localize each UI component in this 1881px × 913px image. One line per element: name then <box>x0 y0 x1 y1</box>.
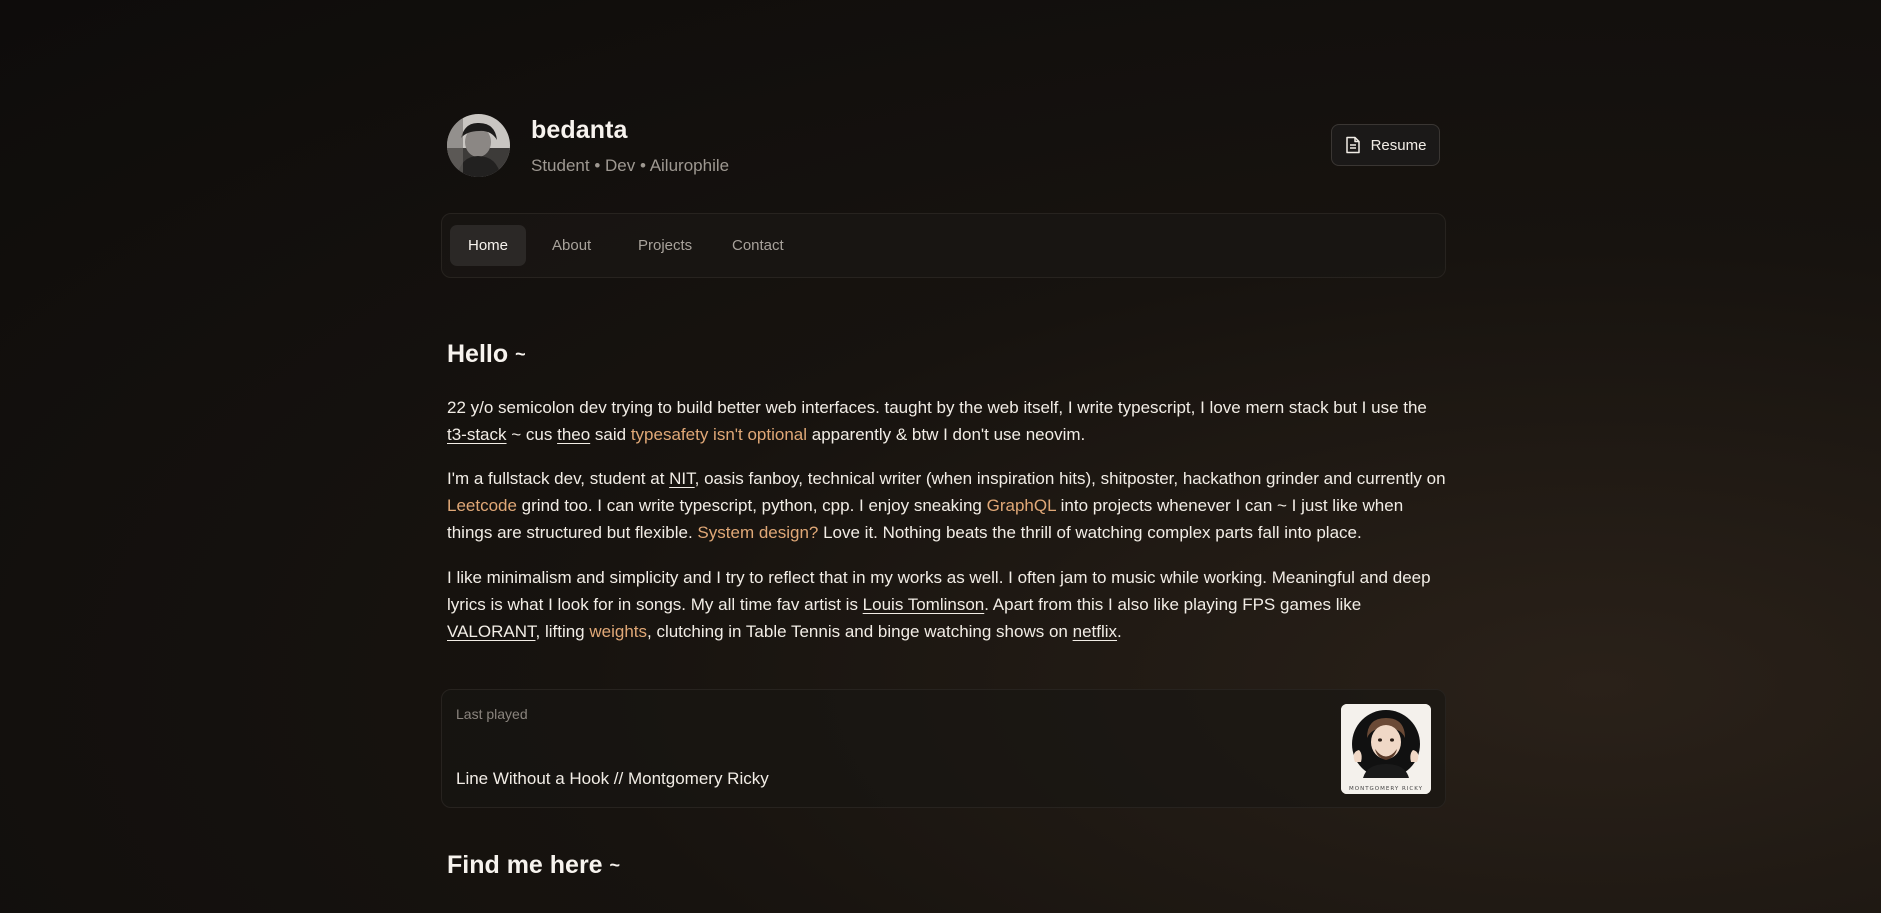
p2-text-a: I'm a fullstack dev, student at <box>447 469 670 488</box>
system-design-highlight: System design? <box>697 523 819 542</box>
last-played-card[interactable]: Last played Line Without a Hook // Montg… <box>441 689 1446 808</box>
p1-text-c: said <box>590 425 631 444</box>
find-me-heading: Find me here ~ <box>447 851 620 880</box>
nav-item-contact[interactable]: Contact <box>714 225 802 266</box>
intro-paragraph-1: 22 y/o semicolon dev trying to build bet… <box>447 394 1447 448</box>
last-played-track: Line Without a Hook // Montgomery Ricky <box>456 769 769 788</box>
profile-tagline: Student • Dev • Ailurophile <box>531 156 730 175</box>
profile-header: bedanta Student • Dev • Ailurophile Resu… <box>447 114 1440 178</box>
valorant-link[interactable]: VALORANT <box>447 622 536 641</box>
find-me-heading-text: Find me here <box>447 851 603 879</box>
t3-stack-link[interactable]: t3-stack <box>447 425 507 444</box>
nav-item-projects[interactable]: Projects <box>620 225 710 266</box>
p3-text-d: , clutching in Table Tennis and binge wa… <box>647 622 1073 641</box>
p3-text-b: . Apart from this I also like playing FP… <box>984 595 1362 614</box>
hello-heading-tilde: ~ <box>515 344 526 364</box>
avatar <box>447 114 510 177</box>
p1-text-b: ~ cus <box>506 425 558 444</box>
hello-heading-text: Hello <box>447 340 509 368</box>
resume-button[interactable]: Resume <box>1331 124 1440 166</box>
nav-item-home[interactable]: Home <box>450 225 527 266</box>
document-icon <box>1345 136 1361 154</box>
nit-link[interactable]: NIT <box>669 469 695 488</box>
leetcode-highlight: Leetcode <box>447 496 517 515</box>
p1-text-a: 22 y/o semicolon dev trying to build bet… <box>447 398 1427 417</box>
weights-highlight: weights <box>589 622 647 641</box>
p3-text-c: , lifting <box>535 622 590 641</box>
intro-paragraph-3: I like minimalism and simplicity and I t… <box>447 564 1447 645</box>
last-played-label: Last played <box>456 706 528 722</box>
album-caption: MONTGOMERY RICKY <box>1349 786 1423 792</box>
find-me-heading-tilde: ~ <box>609 855 621 875</box>
intro-paragraph-2: I'm a fullstack dev, student at NIT, oas… <box>447 465 1447 546</box>
louis-tomlinson-link[interactable]: Louis Tomlinson <box>863 595 985 614</box>
profile-name: bedanta <box>531 116 628 144</box>
theo-link[interactable]: theo <box>557 425 590 444</box>
main-nav: Home About Projects Contact <box>441 213 1446 278</box>
resume-button-label: Resume <box>1370 136 1427 154</box>
album-art: MONTGOMERY RICKY <box>1341 704 1431 794</box>
nav-item-about[interactable]: About <box>534 225 609 266</box>
netflix-link[interactable]: netflix <box>1073 622 1117 641</box>
hello-heading: Hello ~ <box>447 340 526 369</box>
p3-text-e: . <box>1117 622 1122 641</box>
typesafety-highlight: typesafety isn't optional <box>630 425 808 444</box>
p2-text-e: Love it. Nothing beats the thrill of wat… <box>818 523 1362 542</box>
p1-text-d: apparently & btw I don't use neovim. <box>807 425 1086 444</box>
graphql-highlight: GraphQL <box>986 496 1056 515</box>
p2-text-c: grind too. I can write typescript, pytho… <box>516 496 987 515</box>
p2-text-b: , oasis fanboy, technical writer (when i… <box>694 469 1446 488</box>
